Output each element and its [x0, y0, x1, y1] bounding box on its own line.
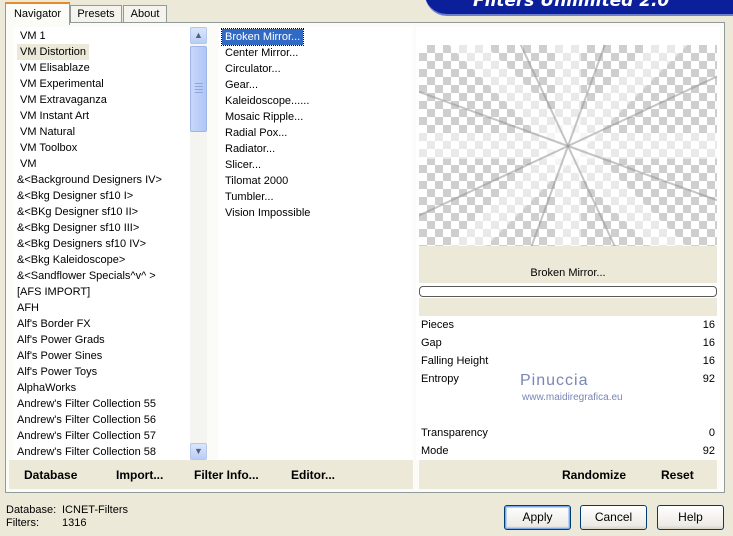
- category-list[interactable]: VM 1 VM Distortion VM Elisablaze VM Experim…: [13, 27, 190, 460]
- tab-navigator[interactable]: Navigator: [5, 2, 70, 25]
- filter-item[interactable]: Tilomat 2000: [222, 173, 291, 189]
- param-row[interactable]: Falling Height 16: [419, 353, 717, 370]
- category-item[interactable]: Andrew's Filter Collection 55: [14, 396, 159, 412]
- app-title: Filters Unlimited 2.0: [473, 0, 670, 11]
- param-label: Falling Height: [421, 355, 489, 367]
- filter-item[interactable]: Gear...: [222, 77, 261, 93]
- filter-info-button[interactable]: Filter Info...: [194, 468, 259, 482]
- category-item[interactable]: VM Instant Art: [17, 108, 92, 124]
- reset-button[interactable]: Reset: [661, 468, 694, 482]
- watermark-name: Pinuccia: [520, 372, 589, 389]
- param-value: 16: [702, 319, 715, 331]
- category-item[interactable]: VM 1: [17, 28, 49, 44]
- category-item[interactable]: VM Toolbox: [17, 140, 80, 156]
- param-value: 92: [702, 373, 715, 385]
- category-item[interactable]: &<Bkg Designers sf10 IV>: [14, 236, 149, 252]
- category-item[interactable]: &<Bkg Designer sf10 I>: [14, 188, 136, 204]
- tab-about[interactable]: About: [123, 5, 167, 23]
- param-row[interactable]: Transparency 0: [419, 425, 717, 442]
- filter-item[interactable]: Slicer...: [222, 157, 264, 173]
- category-item[interactable]: [AFS IMPORT]: [14, 284, 93, 300]
- filter-name-label: Broken Mirror...: [419, 263, 717, 283]
- category-item[interactable]: Alf's Power Grads: [14, 332, 108, 348]
- category-item[interactable]: VM Elisablaze: [17, 60, 93, 76]
- category-item[interactable]: Alf's Power Toys: [14, 364, 100, 380]
- param-row[interactable]: Gap 16: [419, 335, 717, 352]
- param-value: 16: [702, 355, 715, 367]
- category-item[interactable]: Alf's Border FX: [14, 316, 94, 332]
- editor-button[interactable]: Editor...: [291, 468, 335, 482]
- category-item[interactable]: VM Natural: [17, 124, 78, 140]
- filters-count-value: 1316: [62, 517, 87, 529]
- category-item[interactable]: Andrew's Filter Collection 58: [14, 444, 159, 460]
- filter-item[interactable]: Radiator...: [222, 141, 278, 157]
- apply-button[interactable]: Apply: [504, 505, 571, 530]
- category-item[interactable]: AlphaWorks: [14, 380, 79, 396]
- app-banner: Filters Unlimited 2.0: [425, 0, 733, 16]
- category-item[interactable]: VM Extravaganza: [17, 92, 110, 108]
- category-item[interactable]: &<Bkg Kaleidoscope>: [14, 252, 128, 268]
- param-label: Transparency: [421, 427, 488, 439]
- tab-presets[interactable]: Presets: [70, 5, 122, 23]
- param-label: Pieces: [421, 319, 455, 331]
- import-button[interactable]: Import...: [116, 468, 163, 482]
- category-item[interactable]: &<Background Designers IV>: [14, 172, 165, 188]
- filter-item[interactable]: Radial Pox...: [222, 125, 290, 141]
- filter-item[interactable]: Mosaic Ripple...: [222, 109, 306, 125]
- category-item[interactable]: &<Bkg Designer sf10 III>: [14, 220, 142, 236]
- scroll-down-button[interactable]: ▼: [190, 443, 207, 460]
- filter-item[interactable]: Broken Mirror...: [220, 28, 305, 46]
- category-item[interactable]: &<BKg Designer sf10 II>: [14, 204, 141, 220]
- category-item[interactable]: Alf's Power Sines: [14, 348, 105, 364]
- category-item[interactable]: VM Experimental: [17, 76, 107, 92]
- scroll-up-button[interactable]: ▲: [190, 27, 207, 44]
- progress-bar: [419, 286, 717, 297]
- filter-item[interactable]: Tumbler...: [222, 189, 277, 205]
- category-item[interactable]: VM: [17, 156, 40, 172]
- cancel-button[interactable]: Cancel: [580, 505, 647, 530]
- param-label: Gap: [421, 337, 442, 349]
- database-label: Database:: [6, 504, 57, 516]
- help-button[interactable]: Help: [657, 505, 724, 530]
- scroll-thumb[interactable]: [190, 46, 207, 132]
- param-row[interactable]: Pieces 16: [419, 317, 717, 334]
- filter-item[interactable]: Center Mirror...: [222, 45, 301, 61]
- preview-area: [419, 45, 717, 246]
- category-scrollbar[interactable]: ▲ ▼: [190, 27, 207, 460]
- param-label: Mode: [421, 445, 449, 457]
- category-item[interactable]: Andrew's Filter Collection 57: [14, 428, 159, 444]
- category-item[interactable]: VM Distortion: [17, 44, 90, 60]
- filter-item[interactable]: Circulator...: [222, 61, 284, 77]
- filter-item[interactable]: Vision Impossible: [222, 205, 313, 221]
- database-button[interactable]: Database: [24, 468, 77, 482]
- filters-count-label: Filters:: [6, 517, 39, 529]
- param-value: 16: [702, 337, 715, 349]
- param-label: Entropy: [421, 373, 459, 385]
- category-item[interactable]: Andrew's Filter Collection 56: [14, 412, 159, 428]
- filter-list[interactable]: Broken Mirror... Center Mirror... Circulat…: [218, 27, 413, 460]
- category-item[interactable]: AFH: [14, 300, 42, 316]
- watermark-site: www.maidiregrafica.eu: [522, 392, 623, 403]
- param-value: 0: [708, 427, 715, 439]
- filter-item[interactable]: Kaleidoscope......: [222, 93, 312, 109]
- randomize-button[interactable]: Randomize: [562, 468, 626, 482]
- param-row[interactable]: Mode 92: [419, 443, 717, 460]
- param-value: 92: [702, 445, 715, 457]
- category-item[interactable]: &<Sandflower Specials^v^ >: [14, 268, 159, 284]
- database-value: ICNET-Filters: [62, 504, 128, 516]
- param-row-empty: [419, 407, 717, 424]
